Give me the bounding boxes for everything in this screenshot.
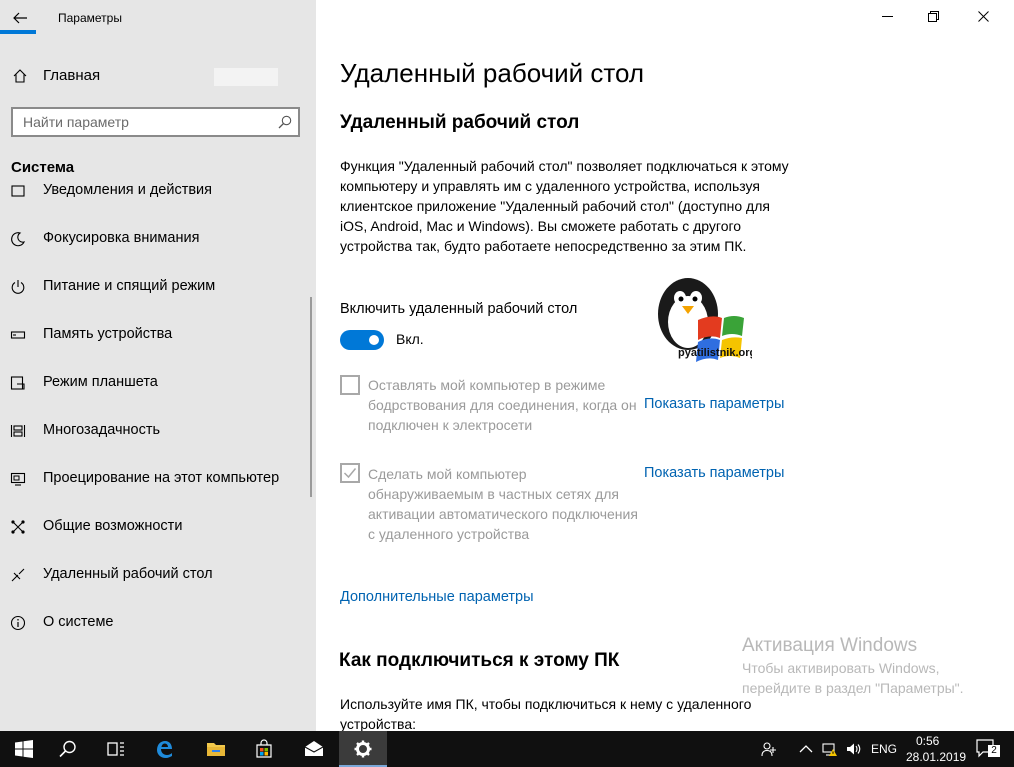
- sidebar-item-label: О системе: [43, 614, 114, 630]
- sidebar-item-label: Проецирование на этот компьютер: [43, 470, 280, 486]
- mail-icon: [304, 741, 324, 756]
- sidebar-item-storage[interactable]: Память устройства: [0, 315, 316, 355]
- sidebar-item-label: Уведомления и действия: [43, 182, 212, 198]
- search-input[interactable]: [23, 113, 263, 131]
- sidebar-item-notifications[interactable]: Уведомления и действия: [0, 180, 316, 211]
- minimize-icon: [881, 15, 893, 17]
- activation-watermark-title: Активация Windows: [742, 635, 918, 656]
- sidebar-item-label: Фокусировка внимания: [43, 230, 200, 246]
- sidebar-item-label: Питание и спящий режим: [43, 278, 216, 294]
- projecting-icon: [10, 472, 26, 486]
- info-icon: [10, 615, 26, 631]
- folder-icon: [207, 743, 225, 756]
- keep-awake-label: Оставлять мой компьютер в режиме бодрств…: [368, 377, 637, 433]
- sidebar-item-remote-desktop[interactable]: Удаленный рабочий стол: [0, 555, 316, 595]
- shared-experiences-icon: [11, 520, 25, 534]
- sidebar-item-projecting[interactable]: Проецирование на этот компьютер: [0, 459, 316, 499]
- mail-button[interactable]: [290, 731, 338, 767]
- sidebar-item-label: Память устройства: [43, 326, 173, 342]
- page-title: Удаленный рабочий стол: [340, 58, 645, 88]
- close-button[interactable]: [960, 0, 1006, 32]
- home-icon: [13, 69, 27, 83]
- store-icon: [256, 739, 272, 758]
- taskbar: ENG 0:56 28.01.2019 2: [0, 731, 1014, 767]
- how-to-connect-description: Используйте имя ПК, чтобы подключиться к…: [340, 696, 752, 731]
- checkmark-icon: [343, 468, 357, 479]
- advanced-settings-link[interactable]: Дополнительные параметры: [340, 589, 534, 605]
- search-box[interactable]: [11, 107, 300, 137]
- section-title: Система: [11, 159, 75, 176]
- volume-icon[interactable]: [846, 741, 862, 757]
- remote-desktop-toggle-label: Включить удаленный рабочий стол: [340, 301, 578, 317]
- sidebar-item-power[interactable]: Питание и спящий режим: [0, 267, 316, 307]
- edge-button[interactable]: [140, 731, 188, 767]
- description: Функция "Удаленный рабочий стол" позволя…: [340, 158, 789, 254]
- section-heading: Удаленный рабочий стол: [340, 112, 580, 133]
- show-settings-link-2[interactable]: Показать параметры: [644, 465, 784, 481]
- search-icon: [59, 740, 76, 758]
- toggle-state-text: Вкл.: [396, 331, 424, 347]
- app-title: Параметры: [58, 11, 122, 25]
- restore-button[interactable]: [910, 0, 956, 32]
- how-to-connect-heading: Как подключиться к этому ПК: [339, 650, 620, 671]
- close-icon: [977, 10, 989, 22]
- toggle-knob: [369, 335, 379, 345]
- show-settings-link-1[interactable]: Показать параметры: [644, 396, 784, 412]
- sidebar-item-focus-assist[interactable]: Фокусировка внимания: [0, 219, 316, 259]
- remote-desktop-icon: [11, 568, 25, 582]
- search-taskbar-button[interactable]: [44, 731, 92, 767]
- storage-icon: [10, 331, 26, 339]
- title-bar: Параметры: [0, 0, 316, 38]
- edge-browser-icon: [157, 741, 172, 758]
- sidebar-nav: Уведомления и действия Фокусировка внима…: [0, 180, 316, 640]
- multitasking-icon: [10, 425, 26, 437]
- window-controls: [864, 0, 1014, 32]
- task-view-icon: [107, 742, 124, 756]
- main-content: Удаленный рабочий стол Удаленный рабочий…: [316, 0, 1014, 731]
- notification-count-badge: 2: [988, 745, 1000, 757]
- store-button[interactable]: [240, 731, 288, 767]
- minimize-button[interactable]: [864, 0, 910, 32]
- notifications-button[interactable]: 2: [976, 739, 1000, 759]
- activation-watermark-text: Чтобы активировать Windows, перейдите в …: [742, 660, 964, 696]
- sidebar-item-multitasking[interactable]: Многозадачность: [0, 411, 316, 451]
- keep-awake-checkbox[interactable]: [340, 375, 360, 395]
- power-icon: [11, 280, 25, 294]
- language-indicator[interactable]: ENG: [871, 742, 897, 756]
- remote-desktop-toggle[interactable]: [340, 330, 384, 350]
- discoverable-checkbox[interactable]: [340, 463, 360, 483]
- settings-taskbar-button[interactable]: [339, 731, 387, 767]
- tablet-icon: [10, 376, 25, 390]
- sidebar-item-about[interactable]: О системе: [0, 603, 316, 640]
- back-button-accent: [0, 30, 36, 34]
- sidebar-item-label: Общие возможности: [43, 518, 183, 534]
- moon-icon: [11, 232, 25, 247]
- back-arrow-icon: [13, 12, 27, 24]
- logo-text: pyatilistnik.org: [678, 347, 752, 359]
- search-icon[interactable]: [278, 115, 292, 129]
- file-explorer-button[interactable]: [192, 731, 240, 767]
- sidebar-item-label: Многозадачность: [43, 422, 161, 438]
- sidebar-item-label: Удаленный рабочий стол: [43, 566, 213, 582]
- sidebar-scrollbar[interactable]: [310, 297, 312, 497]
- notifications-icon: [11, 185, 25, 197]
- sidebar-item-shared-experiences[interactable]: Общие возможности: [0, 507, 316, 547]
- gear-icon: [354, 740, 372, 758]
- sidebar: Параметры Главная Система Уведомления и …: [0, 0, 316, 731]
- people-icon[interactable]: [761, 741, 777, 757]
- network-warning-icon[interactable]: [822, 741, 838, 757]
- clock-date[interactable]: 28.01.2019: [906, 750, 966, 764]
- restore-icon: [927, 10, 939, 22]
- chevron-up-icon[interactable]: [798, 741, 814, 757]
- discoverable-label: Сделать мой компьютер обнаруживаемым в ч…: [368, 466, 638, 542]
- windows-logo-icon: [15, 740, 33, 758]
- site-logo: pyatilistnik.org: [658, 278, 752, 362]
- clock-time[interactable]: 0:56: [916, 734, 939, 748]
- sidebar-item-home[interactable]: Главная: [0, 62, 316, 90]
- sidebar-item-label: Режим планшета: [43, 374, 158, 390]
- sidebar-item-tablet[interactable]: Режим планшета: [0, 363, 316, 403]
- start-button[interactable]: [0, 731, 48, 767]
- sidebar-item-label: Главная: [43, 67, 101, 84]
- task-view-button[interactable]: [92, 731, 140, 767]
